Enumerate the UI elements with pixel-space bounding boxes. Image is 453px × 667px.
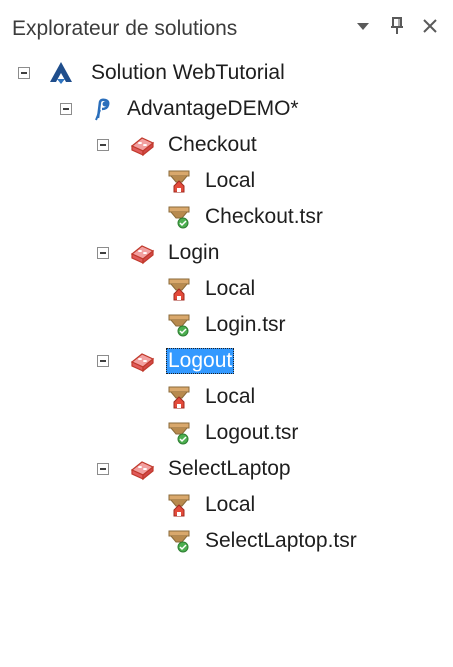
script-icon [129,132,155,158]
tree-label-local: Local [205,169,256,192]
project-icon [90,96,116,122]
collapse-toggle[interactable] [60,103,72,115]
tree-label-runtime-file: Checkout.tsr [205,205,323,228]
solution-icon [48,60,74,86]
tree-label-solution: Solution WebTutorial [91,61,285,84]
tree-label-project: AdvantageDEMO* [127,97,299,120]
local-runtime-icon [166,276,192,302]
local-runtime-icon [166,492,192,518]
close-icon[interactable] [417,13,443,39]
tree-label-script: SelectLaptop [168,457,291,480]
local-runtime-icon [166,168,192,194]
script-icon [129,240,155,266]
tree-node-local[interactable]: Local [0,490,453,520]
collapse-toggle[interactable] [97,247,109,259]
panel-header: Explorateur de solutions [0,0,453,52]
tree-label-local: Local [205,493,256,516]
tree-label-local: Local [205,277,256,300]
script-icon [129,456,155,482]
tree-node-runtime-file[interactable]: Login.tsr [0,310,453,340]
collapse-toggle[interactable] [97,463,109,475]
tree-label-script: Login [168,241,220,264]
tree-label-runtime-file: Logout.tsr [205,421,299,444]
tree-node-script[interactable]: Checkout [0,130,453,160]
runtime-settings-icon [166,420,192,446]
runtime-settings-icon [166,312,192,338]
collapse-toggle[interactable] [18,67,30,79]
tree-label-runtime-file: Login.tsr [205,313,286,336]
local-runtime-icon [166,384,192,410]
collapse-toggle[interactable] [97,355,109,367]
tree-node-script[interactable]: Logout [0,346,453,376]
tree-node-script[interactable]: SelectLaptop [0,454,453,484]
tree-node-runtime-file[interactable]: Checkout.tsr [0,202,453,232]
panel-title: Explorateur de solutions [12,17,238,40]
pin-icon[interactable] [384,13,410,39]
runtime-settings-icon [166,204,192,230]
tree-label-runtime-file: SelectLaptop.tsr [205,529,357,552]
collapse-toggle[interactable] [97,139,109,151]
runtime-settings-icon [166,528,192,554]
tree-node-project[interactable]: AdvantageDEMO* [0,94,453,124]
tree-node-runtime-file[interactable]: Logout.tsr [0,418,453,448]
tree-node-runtime-file[interactable]: SelectLaptop.tsr [0,526,453,556]
script-icon [129,348,155,374]
tree-label-local: Local [205,385,256,408]
tree-node-local[interactable]: Local [0,166,453,196]
dropdown-arrow-icon[interactable] [350,13,376,39]
tree-label-script: Checkout [168,133,257,156]
tree-node-solution[interactable]: Solution WebTutorial [0,58,453,88]
tree-node-local[interactable]: Local [0,382,453,412]
tree-node-local[interactable]: Local [0,274,453,304]
tree-label-script-selected: Logout [166,348,235,374]
tree-node-script[interactable]: Login [0,238,453,268]
